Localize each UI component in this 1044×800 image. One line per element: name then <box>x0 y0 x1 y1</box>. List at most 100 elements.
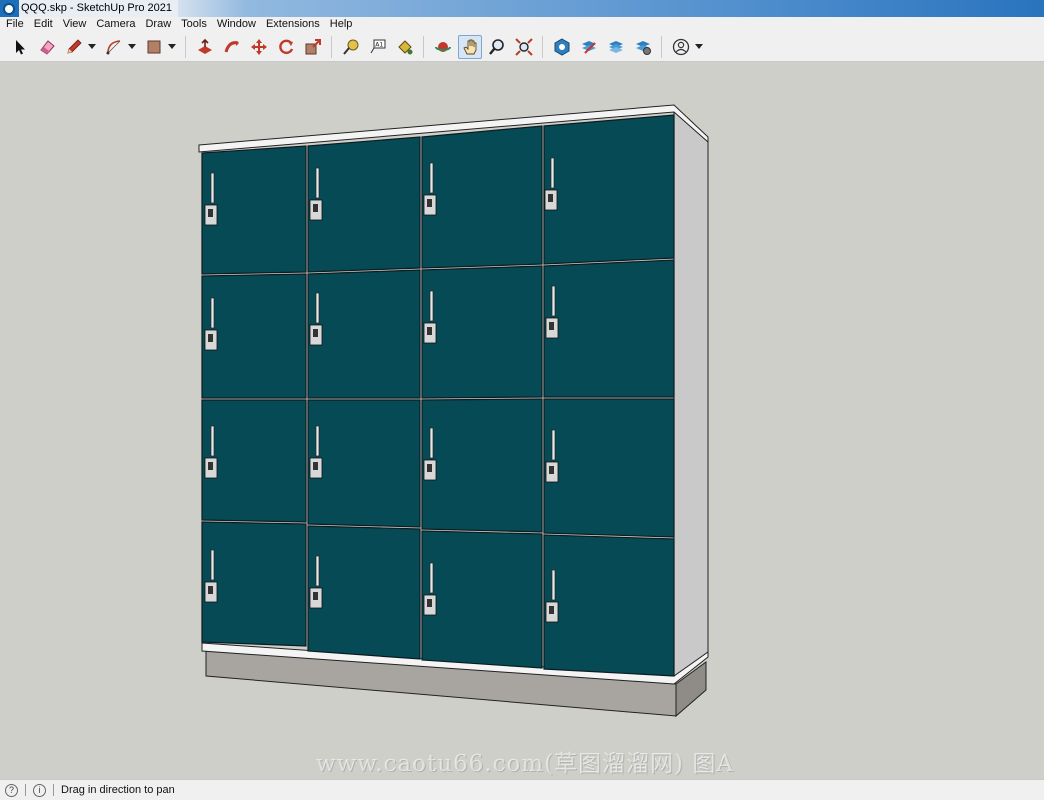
handle-bar <box>315 555 320 587</box>
locker-doors <box>201 114 675 677</box>
pencil-icon[interactable] <box>62 35 86 59</box>
pan-icon[interactable] <box>457 34 482 59</box>
menu-view[interactable]: View <box>58 17 92 32</box>
menu-help[interactable]: Help <box>325 17 358 32</box>
background-taskbar <box>178 0 1044 17</box>
locker-door[interactable] <box>543 259 675 398</box>
lock-knob <box>427 464 432 472</box>
warehouse-icon[interactable] <box>550 35 574 59</box>
main-toolbar: A1 <box>0 32 1044 62</box>
menu-edit[interactable]: Edit <box>29 17 58 32</box>
handle-bar <box>210 425 215 457</box>
info-icon[interactable]: i <box>33 783 46 797</box>
locker-door[interactable] <box>201 521 307 647</box>
rectangle-dropdown-icon[interactable] <box>167 35 177 59</box>
locker-door[interactable] <box>543 398 675 538</box>
menu-window[interactable]: Window <box>212 17 261 32</box>
handle-bar <box>315 425 320 457</box>
locker-door[interactable] <box>201 145 307 275</box>
locker-door[interactable] <box>421 125 543 269</box>
handle-bar <box>551 429 556 461</box>
menu-camera[interactable]: Camera <box>91 17 140 32</box>
paint-bucket-icon[interactable] <box>393 35 417 59</box>
locker-door[interactable] <box>201 399 307 523</box>
lock-knob <box>427 199 432 207</box>
locker-door[interactable] <box>307 136 421 273</box>
locker-door[interactable] <box>543 534 675 677</box>
orbit-icon[interactable] <box>431 35 455 59</box>
lock-knob <box>427 327 432 335</box>
tape-measure-icon[interactable] <box>339 35 363 59</box>
rectangle-icon[interactable] <box>142 35 166 59</box>
locker-door[interactable] <box>201 273 307 399</box>
lock-knob <box>549 606 554 614</box>
handle-bar <box>429 162 434 194</box>
rotate-icon[interactable] <box>274 35 298 59</box>
handle-bar <box>315 292 320 324</box>
status-divider <box>25 784 26 796</box>
push-pull-icon[interactable] <box>193 35 217 59</box>
locker-door[interactable] <box>421 398 543 533</box>
menu-file[interactable]: File <box>0 17 29 32</box>
scale-icon[interactable] <box>301 35 325 59</box>
zoom-icon[interactable] <box>485 35 509 59</box>
menu-extensions[interactable]: Extensions <box>261 17 325 32</box>
lock-knob <box>208 586 213 594</box>
toolbar-separator <box>331 35 332 58</box>
toolbar-separator <box>661 35 662 58</box>
locker-door[interactable] <box>307 269 421 399</box>
toolbar-separator <box>185 35 186 58</box>
cabinet-side-panel <box>673 106 709 677</box>
menu-bar: File Edit View Camera Draw Tools Window … <box>0 17 1044 32</box>
lock-knob <box>549 322 554 330</box>
handle-bar <box>429 562 434 594</box>
lock-knob <box>549 466 554 474</box>
model-viewport[interactable]: www.caotu66.com(草图溜溜网) 图A <box>0 63 1044 779</box>
follow-me-icon[interactable] <box>220 35 244 59</box>
handle-bar <box>210 549 215 581</box>
handle-bar <box>315 167 320 199</box>
select-icon[interactable] <box>8 35 32 59</box>
geo-location-icon[interactable]: ? <box>5 783 18 797</box>
arc-dropdown-icon[interactable] <box>127 35 137 59</box>
locker-door[interactable] <box>307 399 421 528</box>
account-dropdown-icon[interactable] <box>694 35 704 59</box>
layout-icon[interactable] <box>604 35 628 59</box>
status-bar: ? i Drag in direction to pan <box>0 779 1044 800</box>
menu-draw[interactable]: Draw <box>140 17 176 32</box>
locker-door[interactable] <box>421 265 543 399</box>
lock-knob <box>548 194 553 202</box>
locker-door[interactable] <box>307 525 421 660</box>
title-bar: QQQ.skp - SketchUp Pro 2021 <box>0 0 1044 17</box>
lock-knob <box>313 204 318 212</box>
menu-tools[interactable]: Tools <box>176 17 212 32</box>
sketchup-window: QQQ.skp - SketchUp Pro 2021 File Edit Vi… <box>0 0 1044 800</box>
handle-bar <box>551 569 556 601</box>
locker-door[interactable] <box>543 114 675 265</box>
handle-bar <box>429 427 434 459</box>
extension-manager-icon[interactable] <box>631 35 655 59</box>
lock-knob <box>313 462 318 470</box>
eraser-icon[interactable] <box>35 35 59 59</box>
pencil-dropdown-icon[interactable] <box>87 35 97 59</box>
handle-bar <box>551 285 556 317</box>
lock-knob <box>313 592 318 600</box>
zoom-extents-icon[interactable] <box>512 35 536 59</box>
window-title: QQQ.skp - SketchUp Pro 2021 <box>19 0 179 17</box>
locker-door[interactable] <box>421 530 543 669</box>
text-icon[interactable]: A1 <box>366 35 390 59</box>
status-message: Drag in direction to pan <box>61 784 175 796</box>
lock-knob <box>427 599 432 607</box>
handle-bar <box>550 157 555 189</box>
svg-text:A1: A1 <box>375 41 383 48</box>
lock-knob <box>313 329 318 337</box>
watermark-text: www.caotu66.com(草图溜溜网) 图A <box>315 751 735 777</box>
handle-bar <box>210 297 215 329</box>
lock-knob <box>208 462 213 470</box>
account-icon[interactable] <box>669 35 693 59</box>
arc-icon[interactable] <box>102 35 126 59</box>
extension-warehouse-icon[interactable] <box>577 35 601 59</box>
move-icon[interactable] <box>247 35 271 59</box>
handle-bar <box>210 172 215 204</box>
handle-bar <box>429 290 434 322</box>
